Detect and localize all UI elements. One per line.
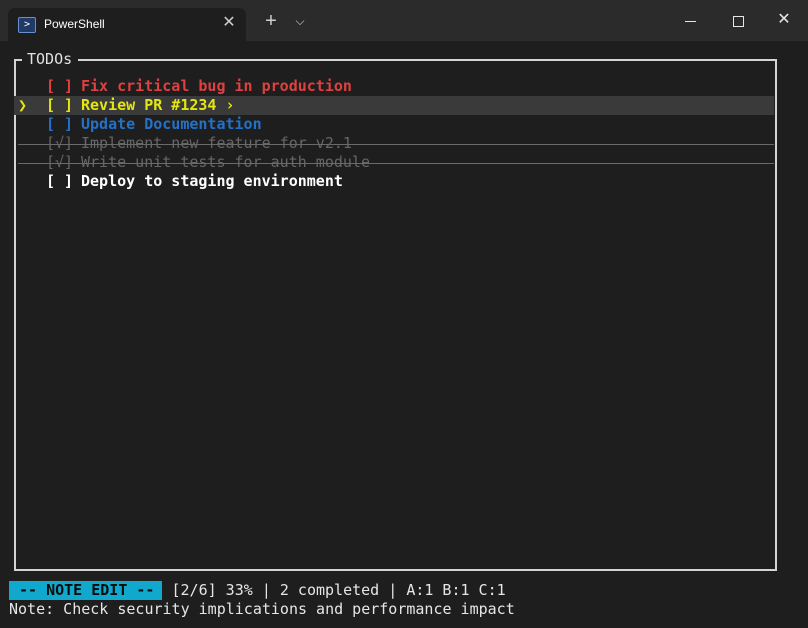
selection-cursor-icon: ❯ [18, 96, 28, 114]
terminal-window: > PowerShell ✕ + ⌵ ✕ TODOs [ ] Fix critic… [0, 0, 808, 628]
todo-item[interactable]: ❯ [ ] Review PR #1234 › [14, 96, 774, 115]
todo-item[interactable]: [ ] Fix critical bug in production [14, 77, 774, 96]
todo-checkbox[interactable]: [ ] [46, 115, 73, 134]
chevron-down-icon[interactable]: ⌵ [290, 10, 310, 32]
completed-count: 2 completed [279, 581, 380, 599]
todo-item[interactable]: [ ] Deploy to staging environment [14, 172, 774, 191]
status-separator: | [261, 581, 271, 599]
tab-close-icon[interactable]: ✕ [220, 14, 238, 32]
priority-counts: A:1 B:1 C:1 [406, 581, 506, 599]
strikethrough-line [18, 163, 774, 164]
note-line: Note: Check security implications and pe… [9, 600, 515, 618]
title-bar: > PowerShell ✕ + ⌵ ✕ [0, 0, 808, 41]
tab-title: PowerShell [44, 17, 105, 31]
maximize-button[interactable] [726, 8, 750, 32]
todo-checkbox[interactable]: [ ] [46, 77, 73, 96]
todo-text: Review PR #1234 › [81, 96, 235, 114]
todo-text: Fix critical bug in production [81, 77, 352, 95]
todo-text: Update Documentation [81, 115, 262, 133]
strikethrough-line [18, 144, 774, 145]
terminal-content[interactable]: TODOs [ ] Fix critical bug in production ❯… [0, 41, 808, 628]
mode-badge: -- NOTE EDIT -- [9, 581, 163, 600]
minimize-icon [684, 20, 696, 22]
progress-text: [2/6] 33% [171, 581, 253, 599]
todo-checkbox[interactable]: [ ] [46, 172, 73, 191]
panel-title: TODOs [22, 50, 79, 68]
todo-item[interactable]: [√] Implement new feature for v2.1 [14, 134, 774, 153]
maximize-icon [732, 15, 744, 27]
todo-checkbox[interactable]: [ ] [46, 96, 73, 115]
todo-item[interactable]: [√] Write unit tests for auth module [14, 153, 774, 172]
todo-text: Deploy to staging environment [81, 172, 343, 190]
status-bar: -- NOTE EDIT -- [2/6] 33% | 2 completed … [9, 581, 506, 600]
minimize-button[interactable] [678, 8, 702, 32]
tab-powershell[interactable]: > PowerShell ✕ [8, 8, 246, 41]
status-separator: | [388, 581, 398, 599]
todo-item[interactable]: [ ] Update Documentation [14, 115, 774, 134]
powershell-icon: > [18, 17, 36, 33]
close-window-button[interactable]: ✕ [772, 8, 796, 32]
new-tab-button[interactable]: + [260, 10, 282, 32]
